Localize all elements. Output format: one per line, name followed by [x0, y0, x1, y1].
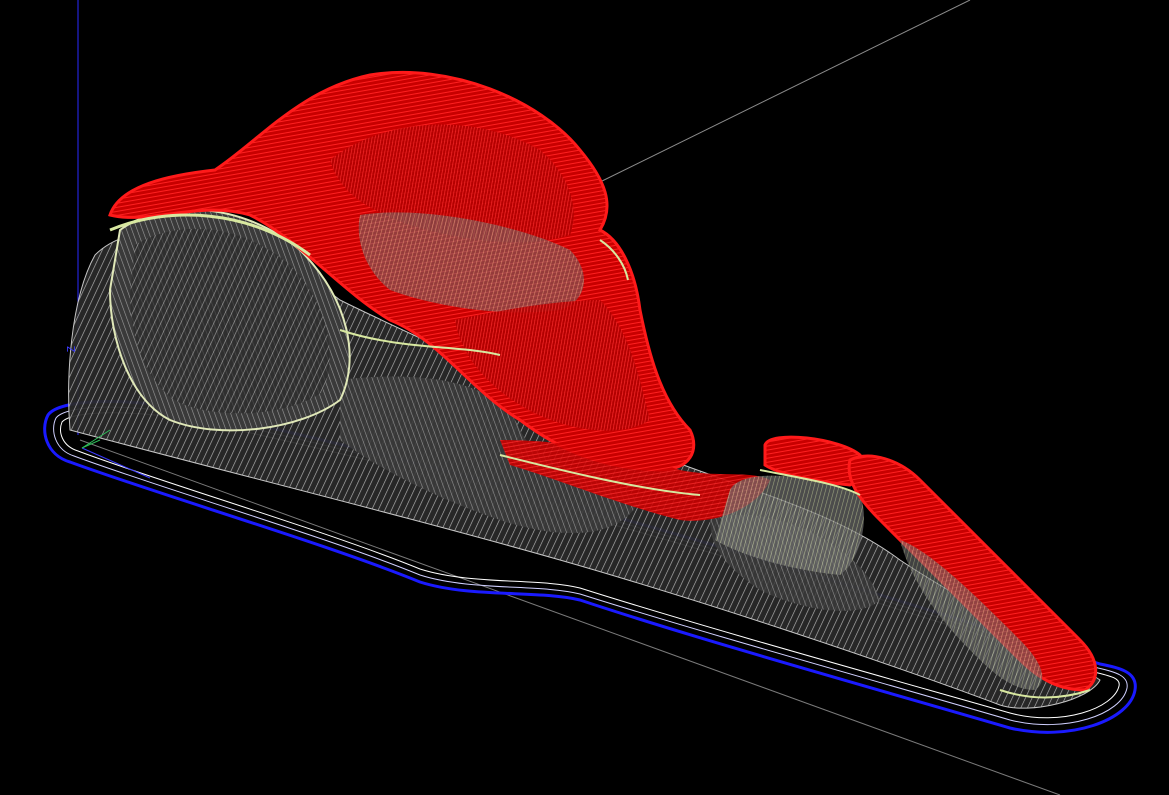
- cam-3d-viewport[interactable]: Z: [0, 0, 1169, 795]
- reference-line-upper: [597, 0, 971, 184]
- toolpath-scene[interactable]: [0, 0, 1169, 795]
- z-axis-label: Z: [65, 346, 78, 353]
